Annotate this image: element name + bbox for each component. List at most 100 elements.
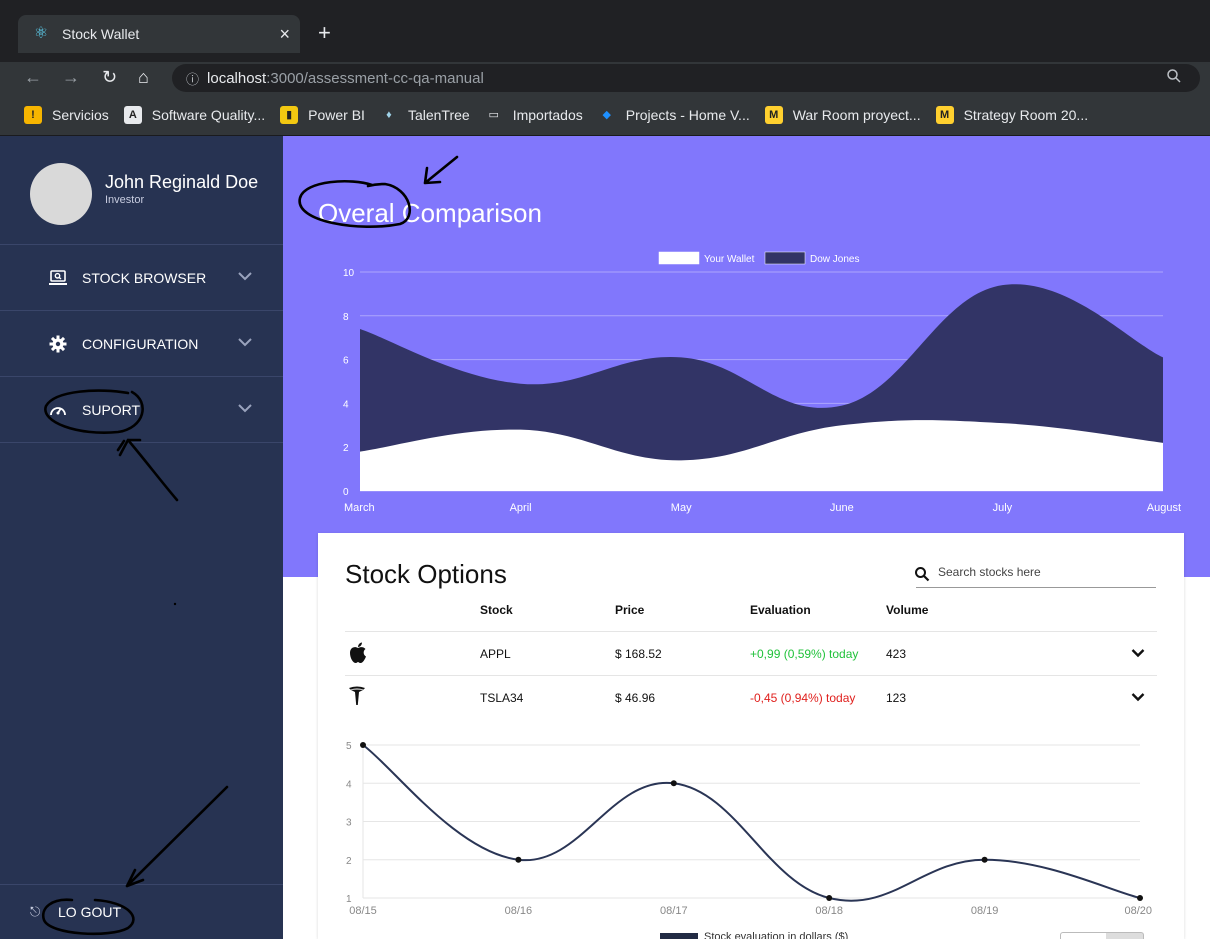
- bookmark-item[interactable]: ▭ Importados: [485, 106, 583, 124]
- column-header-price: Price: [615, 603, 645, 617]
- chevron-down-icon[interactable]: [237, 271, 253, 281]
- miro-icon: M: [764, 105, 783, 124]
- azure-devops-icon: ◆: [602, 109, 611, 121]
- x-tick-label: March: [344, 502, 375, 514]
- y-tick-label: 2: [346, 856, 352, 867]
- y-tick-label: 8: [343, 312, 349, 323]
- search-icon[interactable]: [914, 566, 930, 582]
- close-tab-icon[interactable]: ×: [279, 24, 290, 45]
- chevron-down-icon[interactable]: [237, 337, 253, 347]
- section-title: Stock Options: [345, 559, 507, 589]
- powerbi-icon: ▮: [280, 105, 299, 124]
- chevron-down-icon[interactable]: [237, 403, 253, 413]
- bookmark-label: TalenTree: [407, 106, 470, 123]
- sidebar-item-suport[interactable]: SUPORT: [0, 377, 283, 443]
- info-icon[interactable]: ⓘ: [186, 69, 199, 88]
- bookmark-label: Importados: [512, 106, 583, 123]
- servicios-icon: !: [24, 105, 42, 124]
- legend-swatch: [658, 251, 700, 265]
- bookmark-item[interactable]: A Software Quality...: [123, 105, 266, 124]
- reload-icon[interactable]: ↻: [102, 67, 117, 88]
- logout-icon: ⎋: [30, 904, 41, 919]
- bookmark-item[interactable]: ▮ Power BI: [280, 105, 365, 124]
- browser-toolbar: ← → ↻ ⌂ ⓘ localhost :3000/assessment-cc-…: [0, 62, 1210, 94]
- y-tick-label: 5: [346, 741, 352, 752]
- stock-symbol: TSLA34: [480, 691, 524, 705]
- data-point: [981, 856, 988, 863]
- column-header-volume: Volume: [886, 603, 929, 617]
- stock-evaluation: +0,99 (0,59%) today: [750, 647, 859, 661]
- bookmark-item[interactable]: M War Room proyect...: [764, 105, 921, 124]
- legend-swatch: [660, 933, 698, 939]
- monitor-search-icon: [48, 268, 68, 288]
- x-tick-label: 08/16: [505, 905, 533, 917]
- page-title: Overal Comparison: [318, 198, 542, 228]
- zoom-icon[interactable]: [1166, 68, 1182, 84]
- bookmark-label: Software Quality...: [151, 106, 266, 123]
- sidebar-item-label: STOCK BROWSER: [82, 269, 207, 286]
- y-tick-label: 6: [343, 356, 349, 367]
- legend-label: Dow Jones: [810, 254, 859, 265]
- home-icon[interactable]: ⌂: [138, 67, 149, 88]
- x-tick-label: 08/18: [815, 905, 843, 917]
- sidebar-item-configuration[interactable]: CONFIGURATION: [0, 311, 283, 377]
- stock-evaluation-chart: 1 2 3 4 5 08/15 08/16 08/17 08/18 08/19 08/20: [346, 741, 1152, 917]
- search-input[interactable]: [938, 558, 1156, 586]
- apple-icon: [350, 642, 366, 663]
- data-point: [360, 742, 366, 748]
- back-icon[interactable]: ←: [24, 67, 42, 88]
- gear-icon: [48, 334, 68, 354]
- tab-title: Stock Wallet: [62, 26, 140, 42]
- search-box: [914, 558, 1156, 588]
- browser-tab[interactable]: ⚛ Stock Wallet ×: [18, 15, 300, 53]
- legend-swatch: [764, 251, 806, 265]
- bookmark-item[interactable]: ◆ Projects - Home V...: [598, 106, 750, 124]
- bookmark-label: Power BI: [308, 106, 365, 123]
- letter-a-icon: A: [123, 105, 142, 124]
- table-row[interactable]: TSLA34 $ 46.96 -0,45 (0,94%) today 123: [345, 675, 1157, 719]
- data-point: [1137, 895, 1143, 901]
- sidebar-item-label: CONFIGURATION: [82, 335, 199, 352]
- legend-label: Stock evaluation in dollars ($): [704, 931, 849, 939]
- url-host: localhost: [207, 69, 267, 87]
- logout-button[interactable]: ⎋ LO GOUT: [0, 884, 283, 939]
- x-tick-label: July: [993, 502, 1013, 514]
- user-profile: John Reginald Doe Investor: [0, 136, 283, 245]
- forward-icon[interactable]: →: [62, 67, 80, 88]
- bookmark-item[interactable]: ! Servicios: [24, 105, 109, 124]
- talentree-icon: ♦: [386, 108, 392, 121]
- stock-price: $ 46.96: [615, 691, 656, 705]
- x-tick-label: 08/19: [971, 905, 999, 917]
- sidebar: John Reginald Doe Investor STOCK BROWSER…: [0, 136, 283, 939]
- bookmark-item[interactable]: ♦ TalenTree: [380, 106, 470, 124]
- avatar: [30, 163, 92, 225]
- x-tick-label: April: [510, 502, 532, 514]
- overall-comparison-chart: 0 2 4 6 8 10 March April May June July August Your W…: [343, 251, 1181, 514]
- column-header-stock: Stock: [480, 603, 513, 617]
- chevron-down-icon[interactable]: [1131, 648, 1145, 658]
- data-point: [826, 895, 833, 901]
- y-tick-label: 2: [343, 443, 349, 454]
- stock-volume: 423: [886, 647, 907, 661]
- chart-legend: Stock evaluation in dollars ($): [660, 931, 848, 939]
- y-tick-label: 1: [346, 894, 352, 905]
- address-bar[interactable]: ⓘ localhost :3000/assessment-cc-qa-manua…: [172, 64, 1200, 92]
- data-point: [515, 856, 522, 863]
- sidebar-item-stock-browser[interactable]: STOCK BROWSER: [0, 245, 283, 311]
- miro-icon: M: [935, 105, 954, 124]
- folder-icon: ▭: [488, 109, 499, 121]
- view-toggle[interactable]: [1060, 932, 1144, 939]
- table-row[interactable]: APPL $ 168.52 +0,99 (0,59%) today 423: [345, 631, 1157, 675]
- data-point: [670, 780, 677, 787]
- url-path: :3000/assessment-cc-qa-manual: [266, 69, 484, 87]
- y-tick-label: 3: [346, 818, 352, 829]
- browser-tab-bar: ⚛ Stock Wallet × +: [0, 0, 1210, 62]
- legend-label: Your Wallet: [704, 254, 755, 265]
- tesla-icon: [349, 686, 365, 705]
- react-icon: ⚛: [33, 25, 49, 42]
- x-tick-label: May: [671, 502, 692, 514]
- support-gauge-icon: [48, 400, 68, 420]
- chevron-down-icon[interactable]: [1131, 692, 1145, 702]
- new-tab-button[interactable]: +: [318, 20, 331, 46]
- bookmark-item[interactable]: M Strategy Room 20...: [935, 105, 1088, 124]
